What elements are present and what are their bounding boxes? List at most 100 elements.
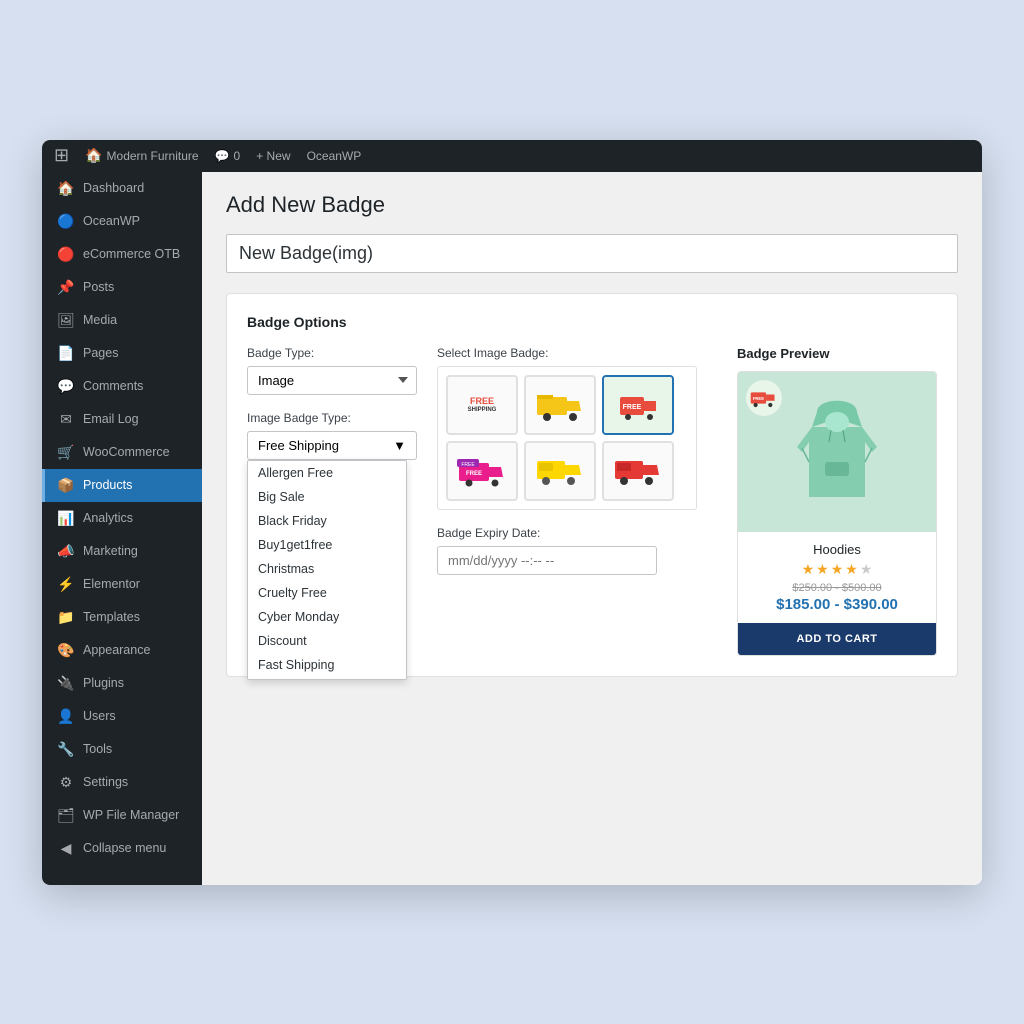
sidebar-item-comments[interactable]: 💬 Comments	[42, 370, 202, 403]
dropdown-list-item[interactable]: Cyber Monday	[248, 605, 406, 629]
card-inner-layout: Badge Type: Image Text Custom Image Badg…	[247, 346, 937, 656]
sidebar-item-products[interactable]: 📦 Products	[42, 469, 202, 502]
sidebar-item-users[interactable]: 👤 Users	[42, 700, 202, 733]
sidebar-item-wp-file-manager[interactable]: 🗂 WP File Manager	[42, 799, 202, 832]
sidebar-label-marketing: Marketing	[83, 544, 138, 558]
sidebar-item-woocommerce[interactable]: 🛒 WooCommerce	[42, 436, 202, 469]
templates-icon: 📁	[57, 609, 75, 626]
badge-preview-overlay: FREE	[746, 380, 782, 416]
star-4: ★	[845, 561, 858, 578]
sidebar-item-oceanwp[interactable]: 🔵 OceanWP	[42, 205, 202, 238]
badge-image-1[interactable]: FREE SHIPPING	[446, 375, 518, 435]
free-badge-svg: FREE	[618, 387, 658, 423]
woo-icon: 🛒	[57, 444, 75, 461]
site-name-item[interactable]: 🏠 Modern Furniture	[85, 147, 198, 164]
sidebar-item-email-log[interactable]: ✉ Email Log	[42, 403, 202, 436]
sidebar-label-appearance: Appearance	[83, 643, 150, 657]
badge-image-5[interactable]	[524, 441, 596, 501]
comments-item[interactable]: 💬 0	[215, 149, 241, 163]
theme-item[interactable]: OceanWP	[307, 149, 362, 163]
sidebar-item-posts[interactable]: 📌 Posts	[42, 271, 202, 304]
star-2: ★	[816, 561, 829, 578]
sidebar-label-posts: Posts	[83, 280, 114, 294]
sidebar-label-settings: Settings	[83, 775, 128, 789]
dropdown-trigger[interactable]: Free Shipping ▼	[247, 431, 417, 460]
dropdown-list-item[interactable]: Allergen Free	[248, 461, 406, 485]
badge-type-label: Badge Type:	[247, 346, 417, 360]
dropdown-container: Free Shipping ▼ Allergen FreeBig SaleBla…	[247, 431, 417, 460]
sidebar-item-appearance[interactable]: 🎨 Appearance	[42, 634, 202, 667]
sidebar-item-analytics[interactable]: 📊 Analytics	[42, 502, 202, 535]
dropdown-list-item[interactable]: Fathers Day	[248, 677, 406, 680]
browser-window: ⊞ 🏠 Modern Furniture 💬 0 + New OceanWP 🏠…	[42, 140, 982, 885]
badge-name-input[interactable]	[226, 234, 958, 273]
dropdown-list: Allergen FreeBig SaleBlack FridayBuy1get…	[247, 460, 407, 680]
sidebar-label-oceanwp: OceanWP	[83, 214, 140, 228]
truck-yellow-svg	[535, 387, 585, 423]
sidebar-label-comments: Comments	[83, 379, 143, 393]
add-to-cart-button[interactable]: ADD TO CART	[738, 623, 936, 655]
new-item[interactable]: + New	[256, 149, 290, 163]
dropdown-list-item[interactable]: Big Sale	[248, 485, 406, 509]
plugins-icon: 🔌	[57, 675, 75, 692]
comments-sidebar-icon: 💬	[57, 378, 75, 395]
comments-count: 0	[234, 149, 241, 163]
sidebar-label-email: Email Log	[83, 412, 139, 426]
comments-icon: 💬	[215, 149, 230, 163]
dashboard-icon: 🏠	[57, 180, 75, 197]
left-controls: Badge Type: Image Text Custom Image Badg…	[247, 346, 417, 656]
badge-image-3[interactable]: FREE	[602, 375, 674, 435]
hoodie-svg	[787, 392, 887, 512]
sidebar-item-templates[interactable]: 📁 Templates	[42, 601, 202, 634]
dropdown-list-item[interactable]: Cruelty Free	[248, 581, 406, 605]
expiry-label: Badge Expiry Date:	[437, 526, 717, 540]
sidebar-label-filemanager: WP File Manager	[83, 808, 179, 822]
badge-preview-panel: Badge Preview FREE	[737, 346, 937, 656]
sidebar-item-tools[interactable]: 🔧 Tools	[42, 733, 202, 766]
analytics-icon: 📊	[57, 510, 75, 527]
dropdown-list-item[interactable]: Fast Shipping	[248, 653, 406, 677]
products-icon: 📦	[57, 477, 75, 494]
svg-text:FREE: FREE	[466, 471, 482, 477]
sidebar-label-users: Users	[83, 709, 116, 723]
product-name: Hoodies	[748, 542, 926, 557]
users-icon: 👤	[57, 708, 75, 725]
star-3: ★	[831, 561, 844, 578]
expiry-date-input[interactable]	[437, 546, 657, 575]
sidebar-label-tools: Tools	[83, 742, 112, 756]
badge-image-2[interactable]	[524, 375, 596, 435]
sidebar-item-media[interactable]: 🖼 Media	[42, 304, 202, 337]
sidebar-item-collapse[interactable]: ◀ Collapse menu	[42, 832, 202, 865]
tools-icon: 🔧	[57, 741, 75, 758]
product-info: Hoodies ★ ★ ★ ★ ★ $250.00 - $500.00 $185…	[738, 532, 936, 623]
badge-image-6[interactable]	[602, 441, 674, 501]
sidebar-label-woo: WooCommerce	[83, 445, 170, 459]
sidebar-item-marketing[interactable]: 📣 Marketing	[42, 535, 202, 568]
preview-badge-svg: FREE	[750, 384, 778, 412]
marketing-icon: 📣	[57, 543, 75, 560]
sidebar-item-elementor[interactable]: ⚡ Elementor	[42, 568, 202, 601]
sidebar-item-pages[interactable]: 📄 Pages	[42, 337, 202, 370]
sidebar-item-plugins[interactable]: 🔌 Plugins	[42, 667, 202, 700]
dropdown-list-item[interactable]: Discount	[248, 629, 406, 653]
sidebar: 🏠 Dashboard 🔵 OceanWP 🔴 eCommerce OTB 📌 …	[42, 172, 202, 885]
elementor-icon: ⚡	[57, 576, 75, 593]
dropdown-list-item[interactable]: Buy1get1free	[248, 533, 406, 557]
sidebar-item-dashboard[interactable]: 🏠 Dashboard	[42, 172, 202, 205]
sidebar-label-media: Media	[83, 313, 117, 327]
dropdown-value: Free Shipping	[258, 438, 339, 453]
product-stars: ★ ★ ★ ★ ★	[748, 561, 926, 578]
product-preview-card: FREE	[737, 371, 937, 656]
badge-image-4[interactable]: FREE FREE	[446, 441, 518, 501]
badge-type-select[interactable]: Image Text Custom	[247, 366, 417, 395]
truck-yellow2-svg	[535, 453, 585, 489]
sidebar-label-products: Products	[83, 478, 132, 492]
sidebar-item-ecommerce[interactable]: 🔴 eCommerce OTB	[42, 238, 202, 271]
theme-label: OceanWP	[307, 149, 362, 163]
badge-options-card: Badge Options Badge Type: Image Text Cus…	[226, 293, 958, 677]
filemanager-icon: 🗂	[57, 807, 75, 824]
sidebar-item-settings[interactable]: ⚙ Settings	[42, 766, 202, 799]
collapse-icon: ◀	[57, 840, 75, 857]
dropdown-list-item[interactable]: Black Friday	[248, 509, 406, 533]
dropdown-list-item[interactable]: Christmas	[248, 557, 406, 581]
